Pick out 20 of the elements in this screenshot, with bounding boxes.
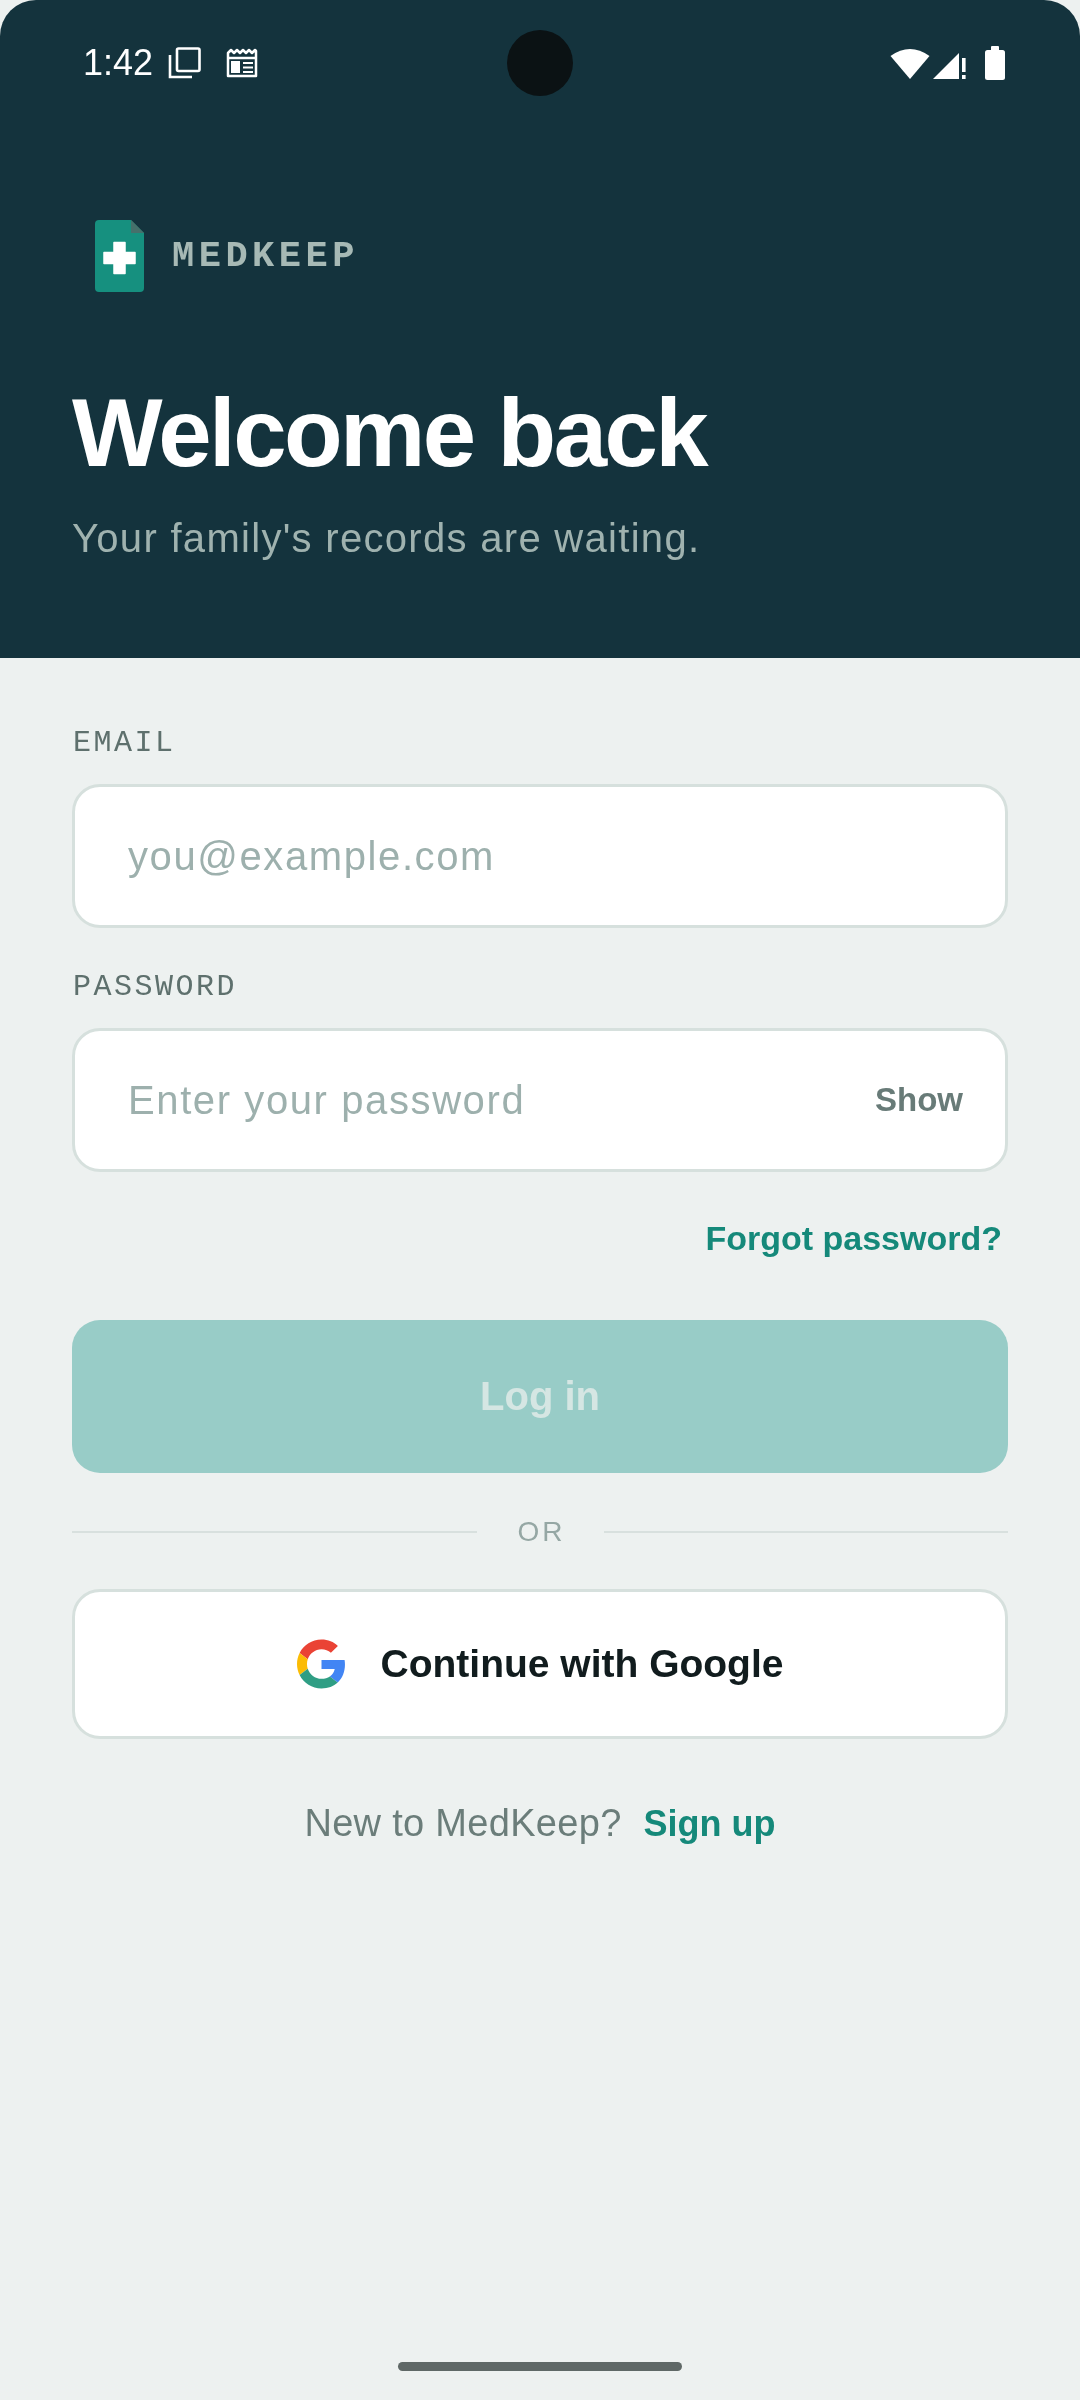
calendar-icon	[226, 48, 259, 78]
divider-label: OR	[517, 1515, 566, 1549]
battery-icon	[985, 46, 1005, 80]
stacked-squares-icon	[167, 47, 202, 79]
show-password-button[interactable]: Show	[875, 1080, 963, 1120]
signup-link[interactable]: Sign up	[643, 1801, 776, 1847]
field-label: EMAIL	[73, 725, 176, 761]
google-sign-in-button[interactable]: Continue with Google	[72, 1589, 1008, 1739]
signup-prompt: New to MedKeep?	[304, 1801, 622, 1846]
document-plus-icon	[95, 220, 144, 292]
field-label: PASSWORD	[73, 969, 238, 1005]
brand-name: MEDKEEP	[172, 236, 359, 276]
welcome-title: Welcome back	[72, 385, 706, 481]
welcome-subtitle: Your family's records are waiting.	[72, 515, 701, 562]
wifi-icon	[890, 47, 930, 79]
forgot-password-link[interactable]: Forgot password?	[705, 1218, 1002, 1258]
google-icon	[296, 1639, 346, 1689]
status-time: 1:42	[83, 43, 154, 83]
home-indicator[interactable]	[398, 2362, 682, 2371]
email-field[interactable]: you@example.com	[72, 784, 1008, 928]
